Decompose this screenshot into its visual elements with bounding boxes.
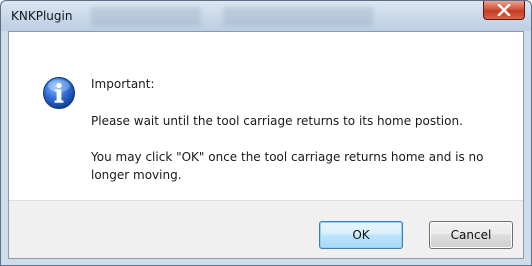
- window-title: KNKPlugin: [11, 9, 73, 23]
- dialog-client-area: Important: Please wait until the tool ca…: [8, 31, 524, 259]
- close-icon: [497, 4, 511, 16]
- message-line-1: Please wait until the tool carriage retu…: [91, 114, 463, 128]
- cancel-button[interactable]: Cancel: [429, 221, 513, 249]
- message-heading: Important:: [91, 77, 155, 91]
- background-window-blur: [223, 7, 373, 27]
- title-bar[interactable]: KNKPlugin: [1, 1, 531, 31]
- information-icon: [43, 77, 75, 109]
- close-button[interactable]: [483, 1, 525, 20]
- ok-button[interactable]: OK: [319, 221, 403, 249]
- background-window-blur: [91, 7, 201, 27]
- button-bar: OK Cancel: [9, 200, 523, 258]
- message-area: Important: Please wait until the tool ca…: [9, 32, 523, 200]
- message-line-2: You may click "OK" once the tool carriag…: [91, 150, 484, 182]
- dialog-window: KNKPlugin Important: Please wait until t…: [0, 0, 532, 266]
